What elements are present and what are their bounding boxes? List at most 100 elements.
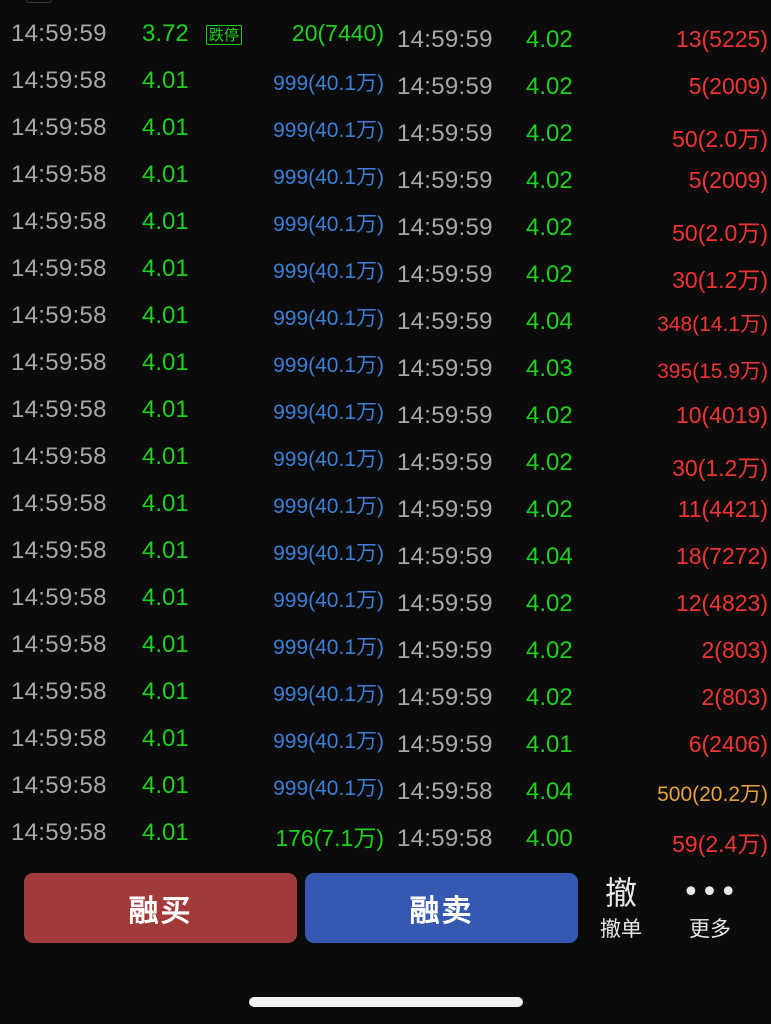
trade-volume: 59(2.4万) <box>672 831 768 857</box>
trade-price: 4.01 <box>142 631 189 658</box>
trade-volume: 999(40.1万) <box>273 777 384 800</box>
trade-time: 14:59:59 <box>397 637 493 664</box>
trade-time: 14:59:59 <box>397 261 493 288</box>
trade-time: 14:59:59 <box>397 543 493 570</box>
trade-volume: 12(4823) <box>675 590 768 616</box>
trade-price: 4.02 <box>526 684 573 711</box>
trade-price: 4.04 <box>526 543 573 570</box>
trade-price: 4.02 <box>526 637 573 664</box>
trade-time: 14:59:59 <box>397 308 493 335</box>
trade-volume: 11(4421) <box>677 496 768 522</box>
trade-price: 4.01 <box>142 302 189 329</box>
trade-row: 14:59:59 4.03 395(15.9万) <box>390 335 771 383</box>
trade-volume: 10(4019) <box>675 402 768 428</box>
trade-row: 14:59:58 4.01 999(40.1万) <box>0 705 390 753</box>
trade-row: 14:59:59 4.02 2(803) <box>390 664 771 711</box>
trade-row: 14:59:59 4.02 30(1.2万) <box>390 241 771 293</box>
trade-row: 14:59:58 4.01 999(40.1万) <box>0 752 390 800</box>
trade-time: 14:59:58 <box>11 114 107 141</box>
trade-time: 14:59:59 <box>397 590 493 617</box>
trades-column-right[interactable]: 14:59:59 4.02 13(5225) 14:59:59 4.02 5(2009) 1… <box>390 6 771 857</box>
cancel-order-button[interactable]: 撤 撤单 <box>586 872 656 952</box>
trade-volume: 348(14.1万) <box>657 313 768 336</box>
trade-time: 14:59:59 <box>397 684 493 711</box>
trade-time: 14:59:58 <box>11 208 107 235</box>
trade-row: 14:59:58 4.01 999(40.1万) <box>0 470 390 518</box>
trade-row: 14:59:58 4.01 999(40.1万) <box>0 235 390 283</box>
trade-time: 14:59:58 <box>11 255 107 282</box>
trade-price: 4.03 <box>526 355 573 382</box>
trade-price: 4.01 <box>142 819 189 846</box>
trade-price: 4.02 <box>526 214 573 241</box>
trade-price: 4.02 <box>526 73 573 100</box>
trade-row: 14:59:59 4.02 5(2009) <box>390 53 771 100</box>
trade-time: 14:59:59 <box>397 402 493 429</box>
trade-row: 14:59:58 4.04 500(20.2万) <box>390 758 771 806</box>
trade-volume: 999(40.1万) <box>273 589 384 612</box>
trade-volume: 999(40.1万) <box>273 542 384 565</box>
trade-volume: 999(40.1万) <box>273 166 384 189</box>
trade-price: 4.01 <box>142 678 189 705</box>
trade-time: 14:59:59 <box>397 73 493 100</box>
margin-buy-button[interactable]: 融买 <box>24 873 297 943</box>
trade-time: 14:59:58 <box>397 778 493 805</box>
trade-time: 14:59:59 <box>397 26 493 53</box>
trade-row: 14:59:58 4.01 999(40.1万) <box>0 282 390 330</box>
trade-volume: 999(40.1万) <box>273 683 384 706</box>
trades-column-left[interactable]: 14:59:59 3.72 跌停 20(7440) 14:59:58 4.01 999(40… <box>0 0 390 851</box>
trade-time: 14:59:59 <box>11 20 107 47</box>
trade-row: 14:59:59 4.02 30(1.2万) <box>390 429 771 481</box>
trade-row: 14:59:58 4.00 59(2.4万) <box>390 805 771 857</box>
trade-price: 4.01 <box>142 255 189 282</box>
trade-time: 14:59:58 <box>11 631 107 658</box>
trade-volume: 5(2009) <box>688 167 768 193</box>
trade-price: 3.72 <box>142 20 189 47</box>
margin-sell-button[interactable]: 融卖 <box>305 873 578 943</box>
trade-row: 14:59:59 4.02 50(2.0万) <box>390 194 771 246</box>
trade-price: 4.01 <box>142 537 189 564</box>
cancel-order-label: 撤单 <box>600 917 642 941</box>
trade-row: 14:59:58 4.01 999(40.1万) <box>0 423 390 471</box>
trade-price: 4.02 <box>526 496 573 523</box>
trade-row: 14:59:59 4.04 348(14.1万) <box>390 288 771 336</box>
home-indicator[interactable] <box>249 997 523 1007</box>
trade-volume: 6(2406) <box>688 731 768 757</box>
trade-row: 14:59:59 4.02 2(803) <box>390 617 771 664</box>
trade-time: 14:59:59 <box>397 449 493 476</box>
trade-row: 14:59:58 4.01 999(40.1万) <box>0 658 390 706</box>
trade-row: 14:59:58 4.01 999(40.1万) <box>0 94 390 142</box>
trade-volume: 999(40.1万) <box>273 495 384 518</box>
trade-row: 14:59:58 4.01 999(40.1万) <box>0 329 390 377</box>
more-button[interactable]: ••• 更多 <box>675 872 745 952</box>
trade-price: 4.01 <box>142 67 189 94</box>
trade-price: 4.02 <box>526 402 573 429</box>
trade-volume: 999(40.1万) <box>273 213 384 236</box>
trade-row: 14:59:59 4.02 10(4019) <box>390 382 771 429</box>
trade-volume: 5(2009) <box>688 73 768 99</box>
trade-volume: 500(20.2万) <box>657 783 768 806</box>
trade-time: 14:59:59 <box>397 120 493 147</box>
trade-price: 4.01 <box>142 161 189 188</box>
trade-detail-screen: 14:59:59 3.72 跌停 20(7440) 14:59:58 4.01 999(40… <box>0 0 771 1024</box>
trade-price: 4.01 <box>142 208 189 235</box>
trade-price: 4.02 <box>526 261 573 288</box>
trade-volume: 18(7272) <box>675 543 768 569</box>
trade-volume: 999(40.1万) <box>273 72 384 95</box>
trade-volume: 999(40.1万) <box>273 119 384 142</box>
limit-down-badge: 跌停 <box>206 25 243 45</box>
trade-volume: 2(803) <box>701 684 768 710</box>
trade-price: 4.01 <box>526 731 573 758</box>
trade-time: 14:59:58 <box>11 302 107 329</box>
trade-volume: 999(40.1万) <box>273 307 384 330</box>
trade-price: 4.04 <box>526 308 573 335</box>
trade-row: 14:59:59 4.02 12(4823) <box>390 570 771 617</box>
trade-time: 14:59:58 <box>11 772 107 799</box>
trade-time: 14:59:58 <box>11 443 107 470</box>
trade-volume: 999(40.1万) <box>273 401 384 424</box>
trade-price: 4.02 <box>526 26 573 53</box>
trade-price: 4.01 <box>142 725 189 752</box>
trade-volume: 999(40.1万) <box>273 448 384 471</box>
trade-row: 14:59:58 4.01 999(40.1万) <box>0 517 390 565</box>
trade-row: 14:59:59 3.72 跌停 20(7440) <box>0 0 390 47</box>
trade-volume: 999(40.1万) <box>273 260 384 283</box>
